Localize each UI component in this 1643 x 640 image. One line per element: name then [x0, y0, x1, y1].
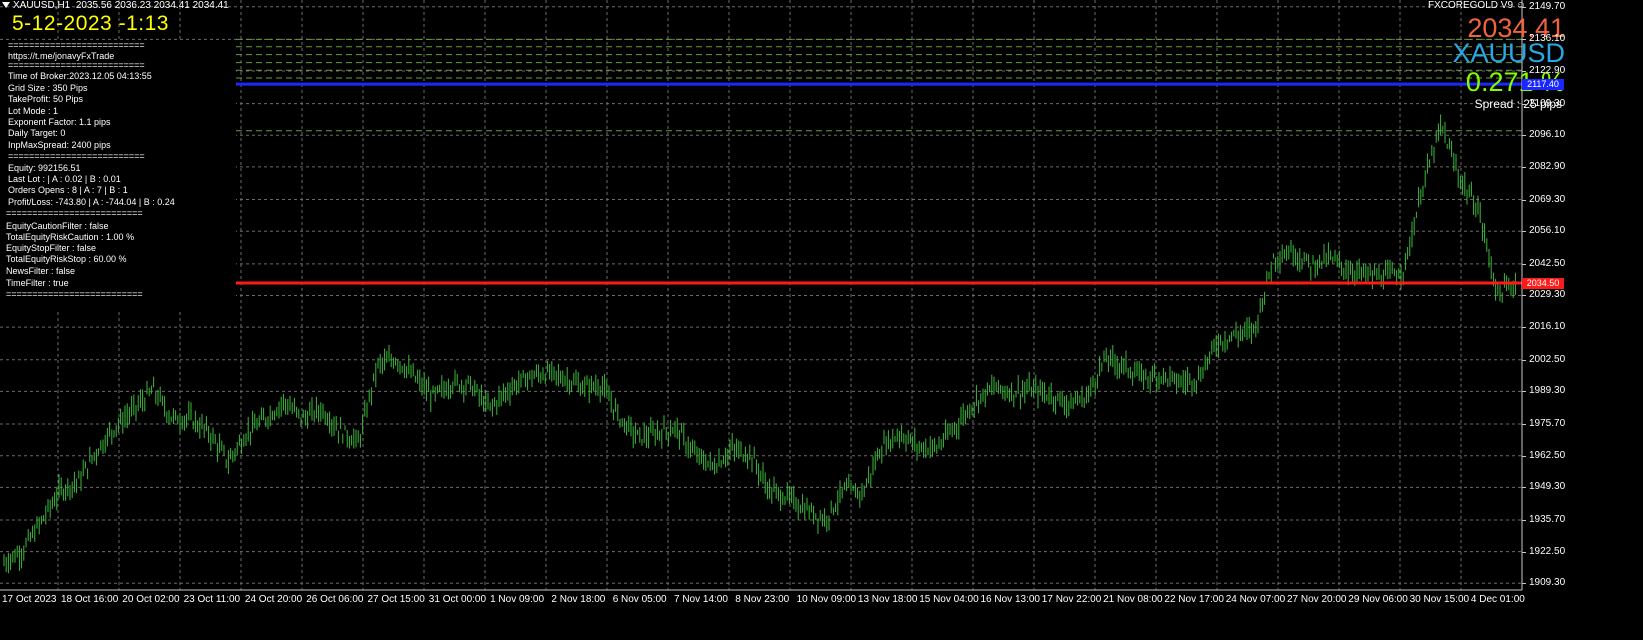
- panel-line: Profit/Loss: -743.80 | A : -744.04 | B :…: [8, 197, 175, 207]
- x-tick-label: 26 Oct 06:00: [306, 594, 364, 605]
- panel-line: ==========================: [6, 289, 143, 299]
- panel-line: TimeFilter : true: [6, 278, 69, 288]
- y-tick-mark: [1522, 455, 1526, 457]
- x-tick-label: 13 Nov 18:00: [857, 594, 918, 605]
- x-tick-label: 15 Nov 04:00: [919, 594, 979, 605]
- ea-info-panel: ========================== https://t.me/…: [0, 40, 236, 310]
- y-tick-label: 1989.30: [1529, 385, 1566, 397]
- y-tick-mark: [1522, 263, 1526, 265]
- x-tick-label: 24 Nov 07:00: [1225, 594, 1286, 605]
- y-tick-mark: [1522, 231, 1526, 233]
- y-tick-label: 2069.30: [1529, 193, 1566, 205]
- y-tick-mark: [1522, 295, 1526, 297]
- y-tick-mark: [1522, 391, 1526, 393]
- panel-line: NewsFilter : false: [6, 266, 76, 276]
- blue-line-price-tag: 2117.40: [1522, 78, 1564, 90]
- x-tick-label: 6 Nov 05:00: [612, 594, 667, 605]
- x-tick-label: 10 Nov 09:00: [796, 594, 857, 605]
- y-tick-mark: [1522, 583, 1526, 585]
- x-tick-label: 23 Oct 11:00: [183, 594, 241, 605]
- y-tick-mark: [1522, 6, 1526, 8]
- x-tick-label: 1 Nov 09:00: [490, 594, 545, 605]
- y-tick-label: 2122.90: [1529, 64, 1566, 76]
- x-tick-label: 16 Nov 13:00: [980, 594, 1041, 605]
- panel-line: ==========================: [8, 60, 145, 70]
- y-tick-label: 1975.70: [1529, 418, 1566, 430]
- y-tick-label: 2136.10: [1529, 33, 1566, 45]
- y-tick-mark: [1522, 551, 1526, 553]
- y-tick-label: 2016.10: [1529, 321, 1566, 333]
- panel-line: TotalEquityRiskStop : 60.00 %: [6, 254, 127, 264]
- x-tick-label: 27 Oct 15:00: [367, 594, 425, 605]
- x-tick-label: 21 Nov 08:00: [1103, 594, 1163, 605]
- y-tick-mark: [1522, 199, 1526, 201]
- price-chart[interactable]: [0, 0, 1643, 640]
- ohlc-values: 2035.56 2036.23 2034.41 2034.41: [75, 0, 229, 11]
- x-tick-label: 8 Nov 23:00: [735, 594, 790, 605]
- panel-line: Orders Opens : 8 | A : 7 | B : 1: [8, 185, 128, 195]
- y-tick-mark: [1522, 424, 1526, 426]
- y-tick-label: 1935.70: [1529, 513, 1566, 525]
- panel-line: Lot Mode : 1: [8, 106, 59, 116]
- y-tick-mark: [1522, 166, 1526, 168]
- x-tick-label: 18 Oct 16:00: [61, 594, 119, 605]
- broker-time-display: 5-12-2023 -1:13: [12, 12, 169, 35]
- panel-line: Equity: 992156.51: [8, 163, 81, 173]
- y-tick-label: 2149.70: [1529, 0, 1566, 12]
- panel-line: EquityCautionFilter : false: [6, 221, 109, 231]
- y-tick-label: 2056.10: [1529, 225, 1566, 237]
- panel-line: ==========================: [8, 151, 145, 161]
- symbol-timeframe: XAUUSD,H1: [13, 0, 71, 11]
- panel-line: TotalEquityRiskCaution : 1.00 %: [6, 232, 135, 242]
- panel-line: TakeProfit: 50 Pips: [8, 94, 84, 104]
- y-tick-label: 2042.50: [1529, 257, 1566, 269]
- x-tick-label: 2 Nov 18:00: [551, 594, 606, 605]
- expert-advisor-name[interactable]: FXCOREGOLD V9 ☺: [1428, 0, 1526, 11]
- chart-header: XAUUSD,H1 2035.56 2036.23 2034.41 2034.4…: [2, 0, 229, 11]
- y-tick-label: 1909.30: [1529, 577, 1566, 589]
- panel-line: Daily Target: 0: [8, 128, 66, 138]
- dropdown-triangle-icon[interactable]: [2, 2, 10, 9]
- y-tick-label: 1949.30: [1529, 481, 1566, 493]
- y-tick-label: 2109.30: [1529, 97, 1566, 109]
- x-tick-label: 24 Oct 20:00: [244, 594, 303, 605]
- x-tick-label: 7 Nov 14:00: [674, 594, 728, 605]
- x-tick-label: 22 Nov 17:00: [1164, 594, 1224, 605]
- y-tick-mark: [1522, 487, 1526, 489]
- panel-line: Time of Broker:2023.12.05 04:13:55: [8, 71, 152, 81]
- y-tick-mark: [1522, 135, 1526, 137]
- y-tick-mark: [1522, 359, 1526, 361]
- y-tick-mark: [1522, 519, 1526, 521]
- x-tick-label: 30 Nov 15:00: [1409, 594, 1470, 605]
- panel-line: ==========================: [8, 40, 145, 50]
- x-tick-label: 29 Nov 06:00: [1348, 594, 1408, 605]
- time-axis[interactable]: 17 Oct 2023 18 Oct 16:00 20 Oct 02:00 23 Oc…: [0, 590, 1525, 610]
- y-tick-label: 2002.50: [1529, 353, 1566, 365]
- panel-line: Grid Size : 350 Pips: [8, 83, 88, 93]
- y-tick-label: 1962.50: [1529, 449, 1566, 461]
- y-tick-mark: [1522, 39, 1526, 41]
- y-tick-label: 1922.50: [1529, 545, 1566, 557]
- panel-line: ==========================: [6, 208, 143, 218]
- panel-line: InpMaxSpread: 2400 pips: [8, 140, 111, 150]
- y-tick-label: 2096.10: [1529, 129, 1566, 141]
- y-tick-label: 2029.30: [1529, 289, 1566, 301]
- x-tick-label: 17 Nov 22:00: [1041, 594, 1102, 605]
- panel-line: Last Lot : | A : 0.02 | B : 0.01: [8, 174, 121, 184]
- x-tick-label: 20 Oct 02:00: [122, 594, 180, 605]
- x-tick-label: 17 Oct 2023: [2, 594, 57, 605]
- red-line-price-tag: 2034.50: [1522, 277, 1564, 289]
- y-tick-mark: [1522, 70, 1526, 72]
- y-tick-label: 2082.90: [1529, 160, 1566, 172]
- x-tick-label: 31 Oct 00:00: [428, 594, 487, 605]
- y-tick-mark: [1522, 327, 1526, 329]
- panel-line: EquityStopFilter : false: [6, 243, 97, 253]
- x-tick-label: 27 Nov 20:00: [1287, 594, 1347, 605]
- x-tick-label: 4 Dec 01:00: [1470, 594, 1525, 605]
- price-axis[interactable]: 2149.70 2136.10 2122.90 2109.30 2096.10 2082.…: [1522, 0, 1643, 640]
- y-tick-mark: [1522, 103, 1526, 105]
- panel-line: Exponent Factor: 1.1 pips: [8, 117, 111, 127]
